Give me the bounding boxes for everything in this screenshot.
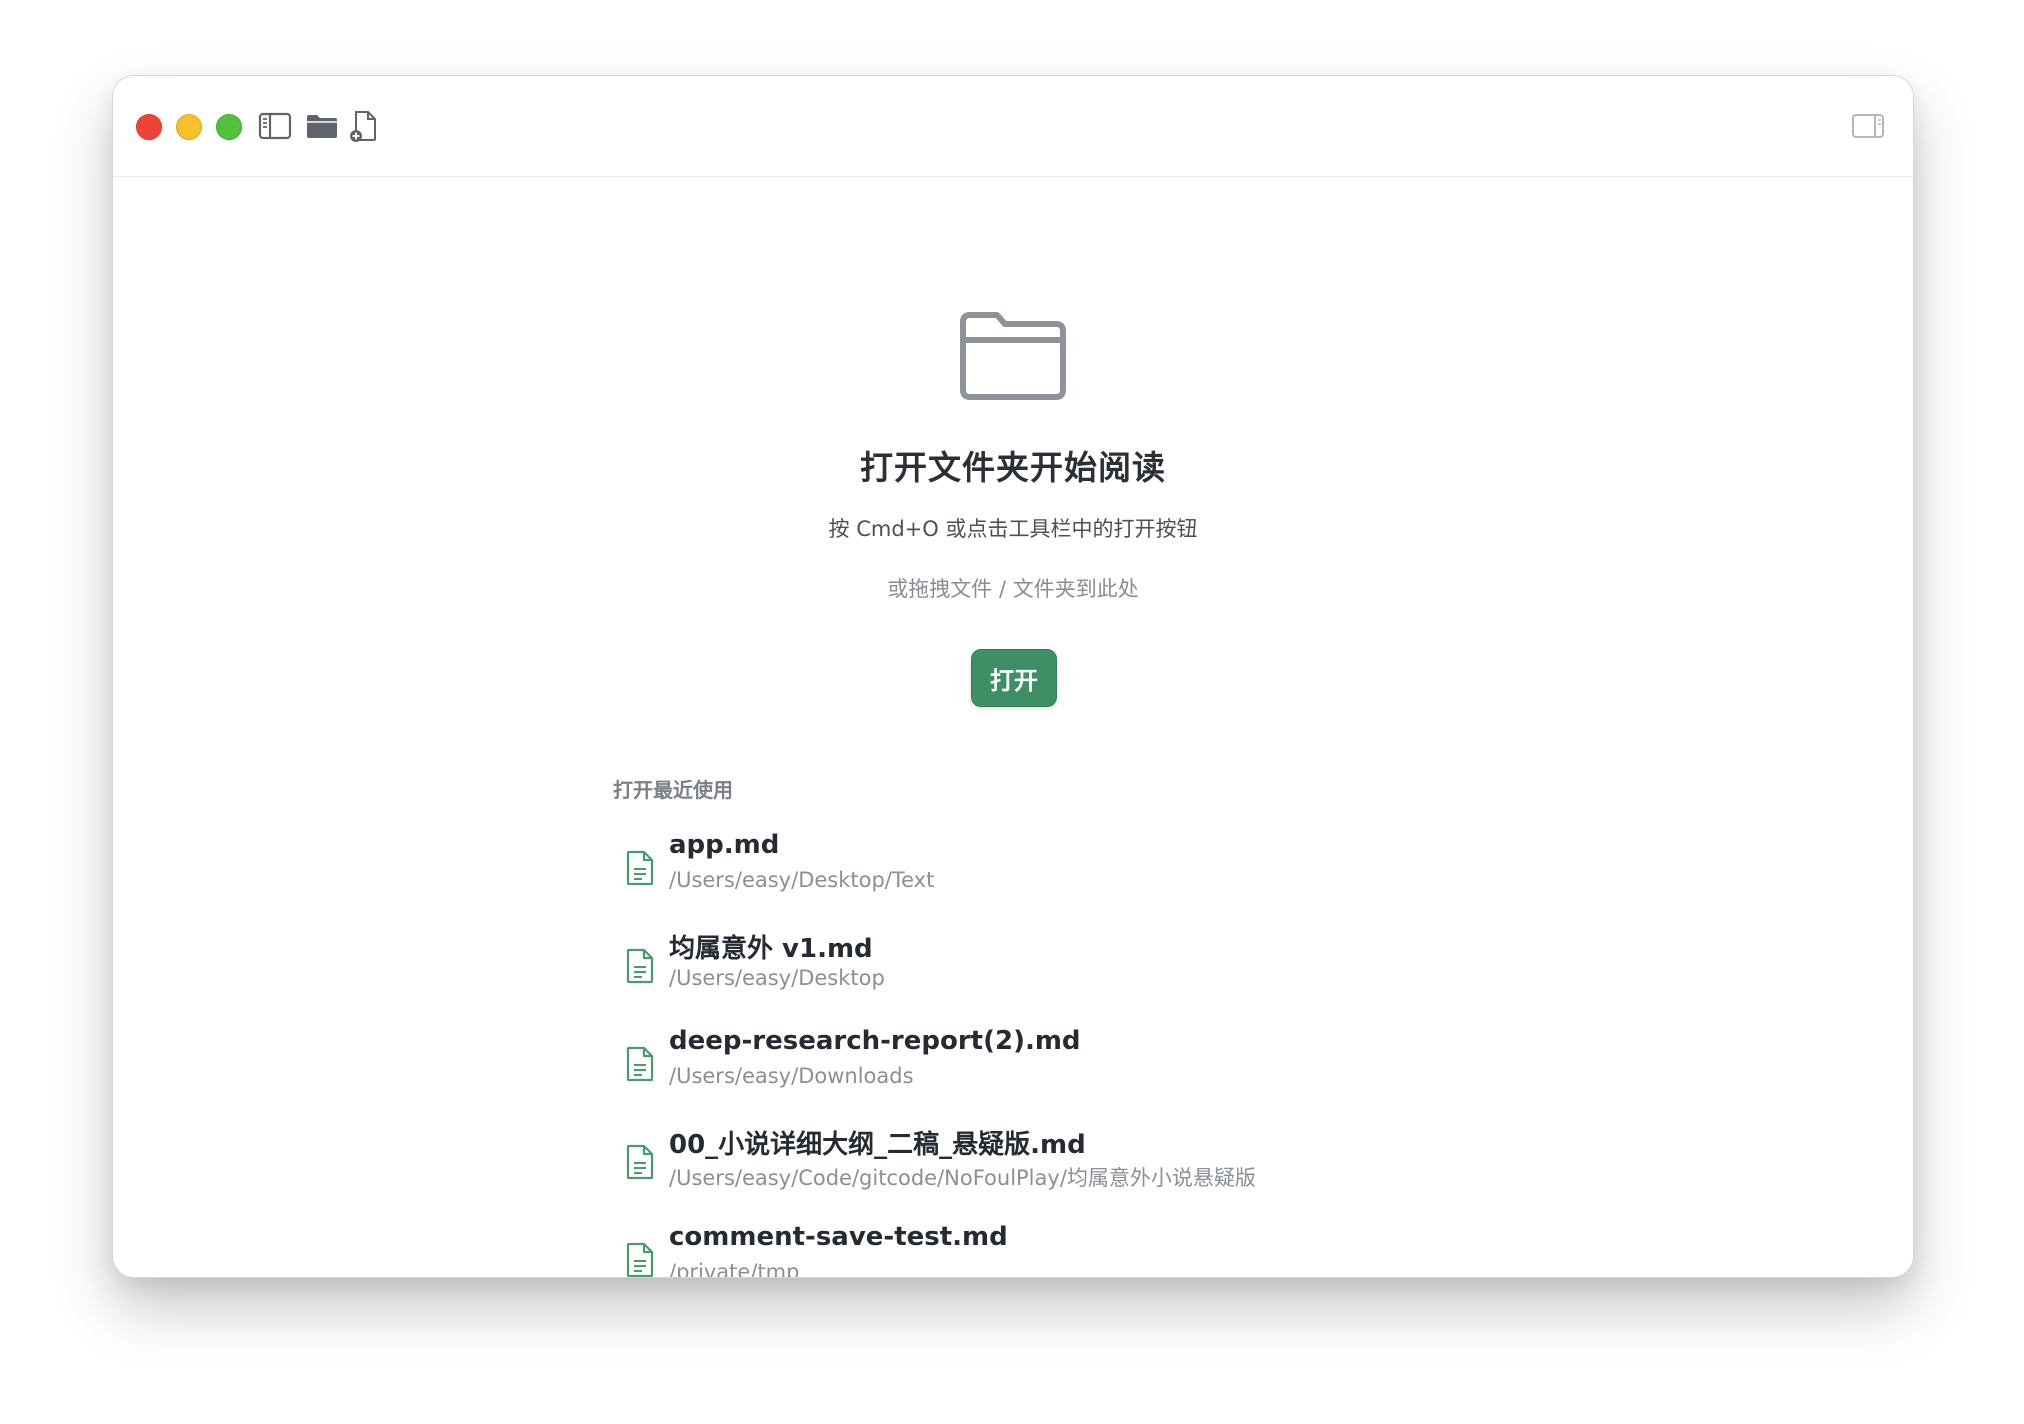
right-panel-toggle-icon[interactable] bbox=[1851, 109, 1885, 143]
recent-file-item[interactable]: 均属意外 v1.md /Users/easy/Desktop bbox=[613, 920, 1413, 1018]
sidebar-toggle-icon[interactable] bbox=[258, 109, 292, 143]
folder-icon bbox=[957, 310, 1069, 402]
welcome-panel: 打开文件夹开始阅读 按 Cmd+O 或点击工具栏中的打开按钮 或拖拽文件 / 文… bbox=[113, 177, 1913, 1277]
open-button[interactable]: 打开 bbox=[971, 649, 1057, 707]
welcome-subtitle: 按 Cmd+O 或点击工具栏中的打开按钮 bbox=[828, 517, 1198, 541]
recent-file-item[interactable]: app.md /Users/easy/Desktop/Text bbox=[613, 822, 1413, 920]
recent-file-item[interactable]: 00_小说详细大纲_二稿_悬疑版.md /Users/easy/Code/git… bbox=[613, 1116, 1413, 1214]
welcome-title: 打开文件夹开始阅读 bbox=[860, 448, 1166, 487]
recent-file-path: /Users/easy/Downloads bbox=[669, 1064, 914, 1088]
open-folder-icon[interactable] bbox=[305, 109, 339, 143]
recent-file-name: deep-research-report(2).md bbox=[669, 1026, 1081, 1056]
file-icon bbox=[625, 948, 655, 984]
recent-file-name: comment-save-test.md bbox=[669, 1222, 1008, 1252]
recent-file-path: /Users/easy/Desktop bbox=[669, 966, 885, 990]
drag-drop-hint: 或拖拽文件 / 文件夹到此处 bbox=[887, 577, 1139, 601]
minimize-window-button[interactable] bbox=[176, 114, 202, 140]
file-icon bbox=[625, 850, 655, 886]
close-window-button[interactable] bbox=[136, 114, 162, 140]
recent-file-item[interactable]: deep-research-report(2).md /Users/easy/D… bbox=[613, 1018, 1413, 1116]
maximize-window-button[interactable] bbox=[216, 114, 242, 140]
file-icon bbox=[625, 1046, 655, 1082]
file-icon bbox=[625, 1144, 655, 1180]
titlebar bbox=[113, 76, 1913, 177]
recent-files-list: app.md /Users/easy/Desktop/Text 均属意外 v1.… bbox=[613, 822, 1413, 1278]
recent-files-heading: 打开最近使用 bbox=[613, 778, 733, 802]
recent-file-name: app.md bbox=[669, 830, 780, 860]
recent-file-name: 均属意外 v1.md bbox=[669, 934, 873, 964]
new-file-icon[interactable] bbox=[347, 109, 381, 143]
recent-file-item[interactable]: comment-save-test.md /private/tmp bbox=[613, 1214, 1413, 1278]
recent-file-path: /private/tmp bbox=[669, 1260, 800, 1278]
recent-file-path: /Users/easy/Desktop/Text bbox=[669, 868, 935, 892]
recent-file-path: /Users/easy/Code/gitcode/NoFoulPlay/均属意外… bbox=[669, 1166, 1256, 1190]
app-window: 打开文件夹开始阅读 按 Cmd+O 或点击工具栏中的打开按钮 或拖拽文件 / 文… bbox=[112, 75, 1914, 1278]
recent-file-name: 00_小说详细大纲_二稿_悬疑版.md bbox=[669, 1130, 1086, 1160]
file-icon bbox=[625, 1242, 655, 1277]
